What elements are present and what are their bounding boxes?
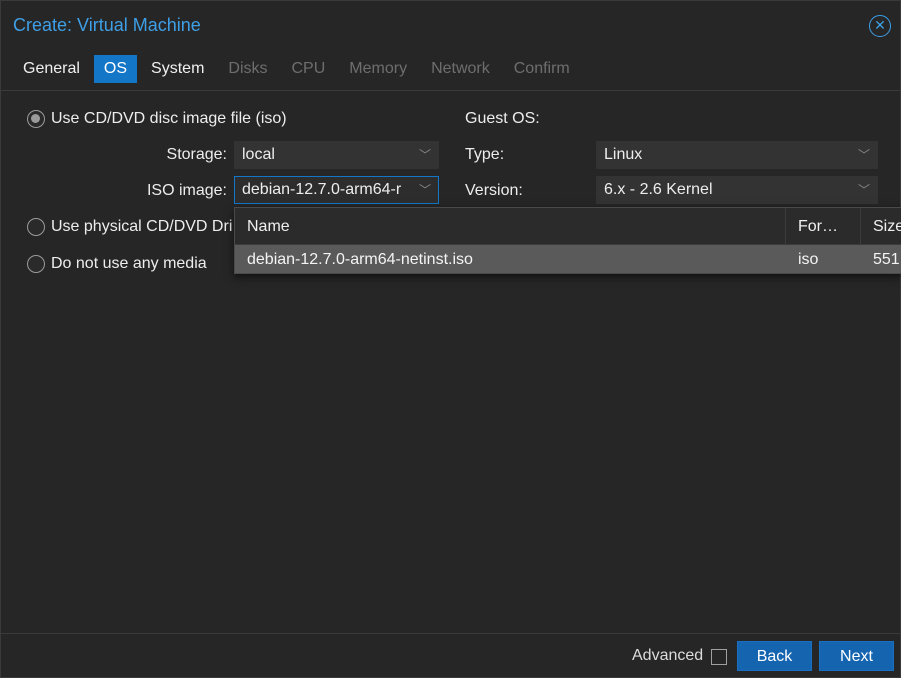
advanced-checkbox[interactable]: [711, 649, 727, 665]
storage-label: Storage:: [166, 146, 227, 163]
tab-memory[interactable]: Memory: [339, 55, 417, 83]
chevron-down-icon[interactable]: ﹀: [857, 177, 871, 203]
os-version-label: Version:: [465, 182, 523, 199]
chevron-down-icon[interactable]: ﹀: [418, 177, 432, 203]
tab-os[interactable]: OS: [93, 55, 138, 83]
iso-image-value: debian-12.7.0-arm64-r: [242, 181, 402, 198]
radio-none-label: Do not use any media: [51, 255, 207, 272]
chevron-down-icon[interactable]: ﹀: [418, 142, 432, 168]
iso-format-cell: iso: [798, 251, 819, 268]
tab-network[interactable]: Network: [421, 55, 500, 83]
os-type-value: Linux: [604, 146, 643, 163]
tab-cpu[interactable]: CPU: [282, 55, 336, 83]
column-header-size[interactable]: Size: [861, 208, 901, 245]
iso-list-header: Name For… Size: [235, 208, 901, 245]
wizard-tabs: General OS System Disks CPU Memory Netwo…: [13, 55, 584, 83]
tab-confirm[interactable]: Confirm: [504, 55, 580, 83]
chevron-down-icon[interactable]: ﹀: [857, 142, 871, 168]
next-button[interactable]: Next: [819, 641, 894, 671]
advanced-label: Advanced: [632, 647, 704, 664]
radio-iso-label: Use CD/DVD disc image file (iso): [51, 110, 287, 127]
media-option-physical[interactable]: Use physical CD/DVD Dri: [27, 216, 232, 238]
radio-none[interactable]: [27, 255, 45, 273]
create-vm-dialog: Create: Virtual Machine ✕ General OS Sys…: [0, 0, 901, 678]
footer-divider: [1, 633, 900, 634]
os-type-combo[interactable]: Linux ﹀: [596, 141, 878, 169]
os-version-combo[interactable]: 6.x - 2.6 Kernel ﹀: [596, 176, 878, 204]
tab-general[interactable]: General: [13, 55, 90, 83]
radio-iso[interactable]: [27, 110, 45, 128]
storage-combo[interactable]: local ﹀: [234, 141, 439, 169]
close-icon[interactable]: ✕: [869, 15, 891, 37]
radio-physical-label: Use physical CD/DVD Dri: [51, 218, 233, 235]
tab-disks[interactable]: Disks: [218, 55, 277, 83]
guest-os-heading: Guest OS:: [465, 110, 540, 127]
back-button[interactable]: Back: [737, 641, 812, 671]
os-version-value: 6.x - 2.6 Kernel: [604, 181, 713, 198]
iso-image-combo[interactable]: debian-12.7.0-arm64-r ﹀: [234, 176, 439, 204]
iso-list-row[interactable]: debian-12.7.0-arm64-netinst.iso iso 551.: [235, 245, 901, 273]
iso-dropdown-list: Name For… Size debian-12.7.0-arm64-netin…: [234, 207, 901, 274]
tab-divider: [1, 90, 900, 91]
dialog-titlebar: Create: Virtual Machine ✕: [1, 1, 900, 49]
column-header-name[interactable]: Name: [235, 208, 786, 245]
radio-physical[interactable]: [27, 218, 45, 236]
dialog-title: Create: Virtual Machine: [13, 15, 201, 35]
os-type-label: Type:: [465, 146, 505, 163]
media-option-iso[interactable]: Use CD/DVD disc image file (iso): [27, 108, 287, 130]
storage-value: local: [242, 146, 275, 163]
media-option-none[interactable]: Do not use any media: [27, 253, 207, 275]
tab-system[interactable]: System: [141, 55, 214, 83]
iso-name-cell: debian-12.7.0-arm64-netinst.iso: [247, 251, 473, 268]
iso-size-cell: 551.: [873, 251, 901, 268]
iso-image-label: ISO image:: [146, 182, 227, 199]
column-header-format[interactable]: For…: [786, 208, 861, 245]
